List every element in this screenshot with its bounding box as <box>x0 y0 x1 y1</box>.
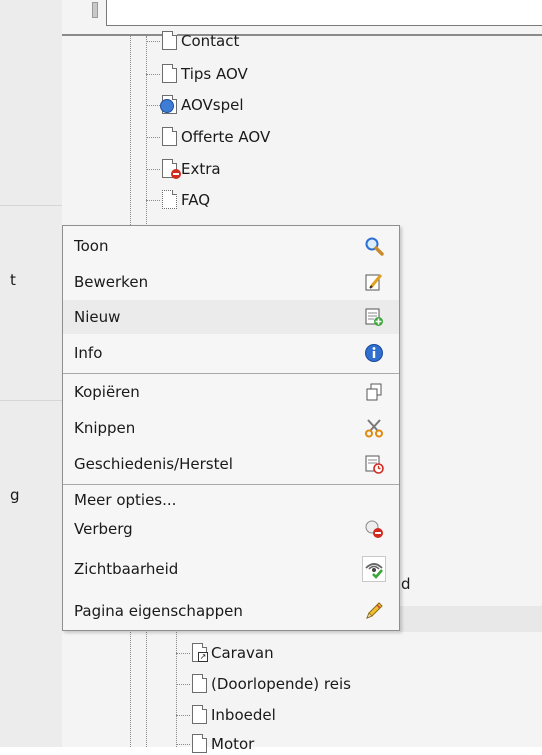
history-icon <box>363 453 385 475</box>
tree-filter-field[interactable] <box>106 0 542 26</box>
page-shortcut-icon: ↗ <box>192 643 208 663</box>
scissors-icon <box>363 417 385 439</box>
tree-node[interactable]: Motor <box>176 733 254 755</box>
menu-item-kopieren[interactable]: Kopiëren <box>63 375 399 409</box>
page-globe-icon <box>160 95 178 115</box>
tree-node[interactable]: Contact <box>146 30 239 52</box>
page-icon <box>192 705 208 725</box>
tree-node-label: Contact <box>181 32 240 50</box>
new-page-icon <box>363 306 385 328</box>
tree-node-label-partial: d <box>401 575 411 593</box>
drag-handle[interactable] <box>92 2 98 18</box>
tree-node[interactable]: Offerte AOV <box>146 126 270 148</box>
menu-item-meer-opties[interactable]: Meer opties... <box>63 486 399 514</box>
page-hidden-icon <box>162 159 181 179</box>
page-icon <box>192 674 208 694</box>
menu-item-info[interactable]: Info <box>63 336 399 370</box>
page-icon <box>162 127 178 147</box>
tree-node-label: Inboedel <box>211 706 276 724</box>
tree-node-label: Tips AOV <box>181 65 248 83</box>
magnifier-icon <box>363 235 385 257</box>
left-nav-item-fragment[interactable]: t <box>10 271 16 289</box>
left-nav-divider <box>0 400 62 401</box>
visibility-icon <box>361 555 387 583</box>
tree-node-hover-row[interactable] <box>400 606 542 632</box>
tree-node[interactable]: (Doorlopende) reis <box>176 673 351 695</box>
menu-separator <box>63 484 399 485</box>
page-icon <box>162 31 178 51</box>
tree-node-label: (Doorlopende) reis <box>211 675 351 693</box>
tree-node-label: FAQ <box>181 191 211 209</box>
left-nav-divider <box>0 205 62 206</box>
menu-item-toon[interactable]: Toon <box>63 229 399 263</box>
menu-item-verberg[interactable]: Verberg <box>63 512 399 546</box>
tree-node-label: Motor <box>211 735 255 753</box>
menu-item-pagina-eigenschappen[interactable]: Pagina eigenschappen <box>63 594 399 628</box>
tree-toolbar <box>62 0 542 36</box>
left-nav-panel: t g <box>0 0 62 747</box>
tree-node[interactable]: Inboedel <box>176 704 276 726</box>
tree-node-label: AOVspel <box>181 96 244 114</box>
tree-node[interactable]: Tips AOV <box>146 63 248 85</box>
pencil-icon <box>363 600 385 622</box>
copy-icon <box>363 381 385 403</box>
tree-node-label: Extra <box>181 160 221 178</box>
page-icon <box>162 64 178 84</box>
edit-page-icon <box>363 271 385 293</box>
tree-node[interactable]: ↗ Caravan <box>176 642 274 664</box>
context-menu: Toon Bewerken Nieuw Info Kopiëren Knippe… <box>62 225 400 631</box>
tree-node-label: Caravan <box>211 644 274 662</box>
left-nav-item-fragment[interactable]: g <box>10 486 20 504</box>
page-icon <box>192 734 208 754</box>
menu-item-geschiedenis-herstel[interactable]: Geschiedenis/Herstel <box>63 447 399 481</box>
menu-item-zichtbaarheid[interactable]: Zichtbaarheid <box>63 549 399 589</box>
menu-item-bewerken[interactable]: Bewerken <box>63 265 399 299</box>
menu-item-knippen[interactable]: Knippen <box>63 411 399 445</box>
menu-item-nieuw[interactable]: Nieuw <box>63 300 399 334</box>
info-icon <box>363 342 385 364</box>
page-dashed-icon <box>162 190 178 210</box>
menu-separator <box>63 373 399 374</box>
tree-connector <box>146 630 147 747</box>
tree-node[interactable]: Extra <box>146 158 221 180</box>
tree-node[interactable]: FAQ <box>146 189 210 211</box>
tree-node[interactable]: AOVspel <box>146 94 244 116</box>
tree-node-label: Offerte AOV <box>181 128 271 146</box>
hide-icon <box>363 518 385 540</box>
